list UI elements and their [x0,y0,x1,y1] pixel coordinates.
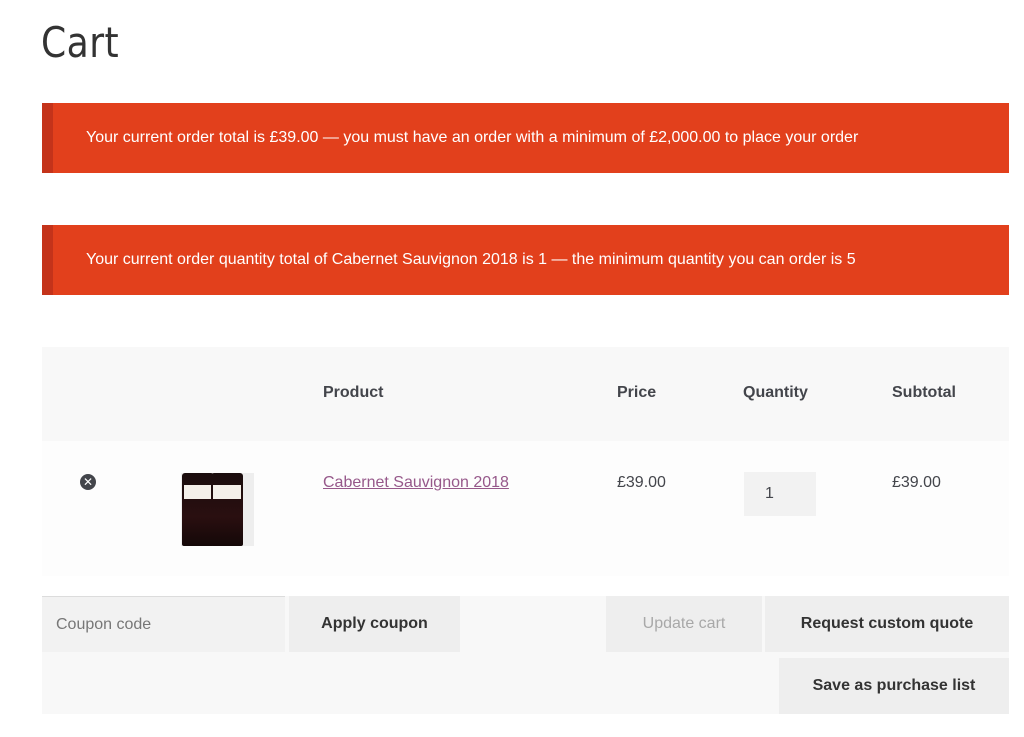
header-subtotal: Subtotal [892,384,956,401]
product-link[interactable]: Cabernet Sauvignon 2018 [323,474,509,492]
quantity-input[interactable]: 1 [744,472,816,516]
product-thumbnail[interactable] [181,473,254,546]
header-product: Product [323,384,384,401]
page-title: Cart [41,18,120,67]
product-subtotal: £39.00 [892,474,941,491]
coupon-code-input[interactable]: Coupon code [42,596,285,652]
header-quantity: Quantity [743,384,808,401]
save-purchase-list-button[interactable]: Save as purchase list [779,658,1009,714]
header-price: Price [617,384,657,401]
table-row: ✕ Cabernet Sauvignon 2018 £39.00 1 £39.0… [42,441,1009,576]
cart-table: Product Price Quantity Subtotal ✕ Cabern… [42,347,1009,576]
cart-table-header: Product Price Quantity Subtotal [42,347,1009,441]
request-custom-quote-button[interactable]: Request custom quote [765,596,1009,652]
product-price: £39.00 [617,474,666,491]
cart-page: Cart Your current order total is £39.00 … [0,0,1024,737]
update-cart-button[interactable]: Update cart [606,596,762,652]
error-notice-order-total: Your current order total is £39.00 — you… [42,103,1009,173]
remove-circle-icon[interactable]: ✕ [80,474,96,490]
cart-actions: Coupon code Apply coupon Update cart Req… [42,596,1009,714]
apply-coupon-button[interactable]: Apply coupon [289,596,460,652]
error-notice-quantity: Your current order quantity total of Cab… [42,225,1009,295]
